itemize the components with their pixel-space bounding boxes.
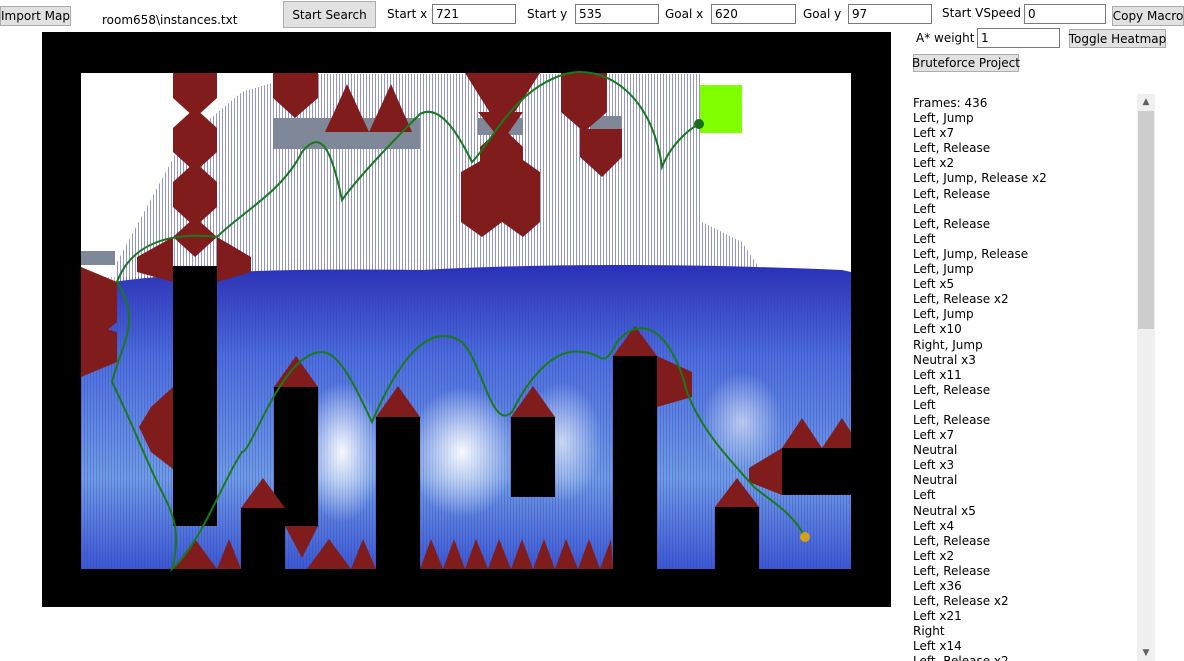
pillar: [613, 356, 657, 569]
goal-x-input[interactable]: [711, 4, 796, 24]
macro-line: Left x7: [913, 428, 955, 443]
map-file-label: room658\instances.txt: [102, 13, 238, 27]
macro-line: Left, Jump, Release x2: [913, 171, 1047, 186]
astar-weight-input[interactable]: [977, 28, 1060, 48]
macro-line: Neutral x3: [913, 352, 976, 367]
macro-line: Left x7: [913, 126, 955, 141]
start-search-button[interactable]: Start Search: [283, 1, 376, 28]
macro-line: Left x11: [913, 367, 962, 382]
macro-line: Left x5: [913, 277, 955, 292]
goal-marker: [700, 85, 742, 133]
macro-line: Left x3: [913, 458, 955, 473]
copy-macro-button[interactable]: Copy Macro: [1112, 6, 1184, 26]
macro-line: Right, Jump: [913, 337, 983, 352]
macro-line: Left: [913, 231, 936, 246]
macro-line: Left, Release: [913, 216, 991, 231]
macro-line: Left: [913, 488, 936, 503]
macro-line: Left, Release x2: [913, 292, 1009, 307]
start-vspeed-input[interactable]: [1024, 4, 1106, 24]
macro-line: Left x2: [913, 548, 955, 563]
macro-line: Left, Release: [913, 141, 991, 156]
path-end-marker: [694, 119, 704, 129]
macro-line: Left, Release: [913, 563, 991, 578]
goal-y-label: Goal y: [803, 7, 842, 21]
pillar: [241, 508, 285, 569]
macro-line: Left x2: [913, 156, 955, 171]
pillar: [715, 507, 759, 569]
map-canvas[interactable]: [42, 32, 891, 607]
macro-line: Left, Jump: [913, 262, 974, 277]
macro-list[interactable]: Frames: 436 Left, Jump Left x7 Left, Releas…: [913, 96, 1133, 661]
platform: [81, 251, 115, 265]
macro-line: Left, Release x2: [913, 594, 1009, 609]
goal-x-label: Goal x: [665, 7, 704, 21]
macro-line: Left: [913, 397, 936, 412]
heat-glow: [407, 387, 517, 517]
pillar: [376, 417, 420, 569]
bruteforce-project-button[interactable]: Bruteforce Project: [912, 54, 1020, 72]
macro-line: Left: [913, 201, 936, 216]
pillar: [173, 266, 217, 526]
start-marker: [800, 532, 810, 542]
macro-line: Left, Jump: [913, 307, 974, 322]
macro-line: Left x4: [913, 518, 955, 533]
start-y-label: Start y: [527, 7, 568, 21]
start-y-input[interactable]: [575, 4, 659, 24]
astar-weight-label: A* weight: [916, 31, 975, 45]
start-x-label: Start x: [387, 7, 428, 21]
goal-y-input[interactable]: [848, 4, 932, 24]
macro-line: Neutral: [913, 473, 958, 488]
macro-line: Left x14: [913, 639, 962, 654]
macro-line: Left, Release: [913, 533, 991, 548]
macro-line: Left, Release x2: [913, 654, 1133, 661]
macro-line: Left, Jump, Release: [913, 246, 1029, 261]
macro-line: Left x36: [913, 579, 962, 593]
macro-line: Right: [913, 624, 945, 639]
macro-line: Frames: 436: [913, 96, 988, 110]
macro-line: Left, Release: [913, 382, 991, 397]
import-map-button[interactable]: Import Map: [0, 6, 71, 26]
macro-line: Left x10: [913, 322, 962, 337]
macro-scrollbar[interactable]: ▲ ▼: [1137, 94, 1155, 661]
pillar: [782, 448, 851, 495]
start-vspeed-label: Start VSpeed: [942, 6, 1021, 20]
macro-line: Left, Jump: [913, 111, 974, 126]
toggle-heatmap-button[interactable]: Toggle Heatmap: [1069, 29, 1166, 48]
macro-line: Neutral: [913, 443, 958, 458]
macro-line: Neutral x5: [913, 503, 976, 518]
macro-line: Left, Release: [913, 412, 991, 427]
pillar: [511, 417, 555, 497]
scroll-down-icon[interactable]: ▼: [1137, 645, 1155, 661]
macro-line: Left, Release: [913, 186, 991, 201]
scroll-up-icon[interactable]: ▲: [1137, 94, 1155, 110]
macro-line: Left x21: [913, 609, 962, 624]
start-x-input[interactable]: [432, 4, 516, 24]
scroll-thumb[interactable]: [1138, 111, 1154, 329]
